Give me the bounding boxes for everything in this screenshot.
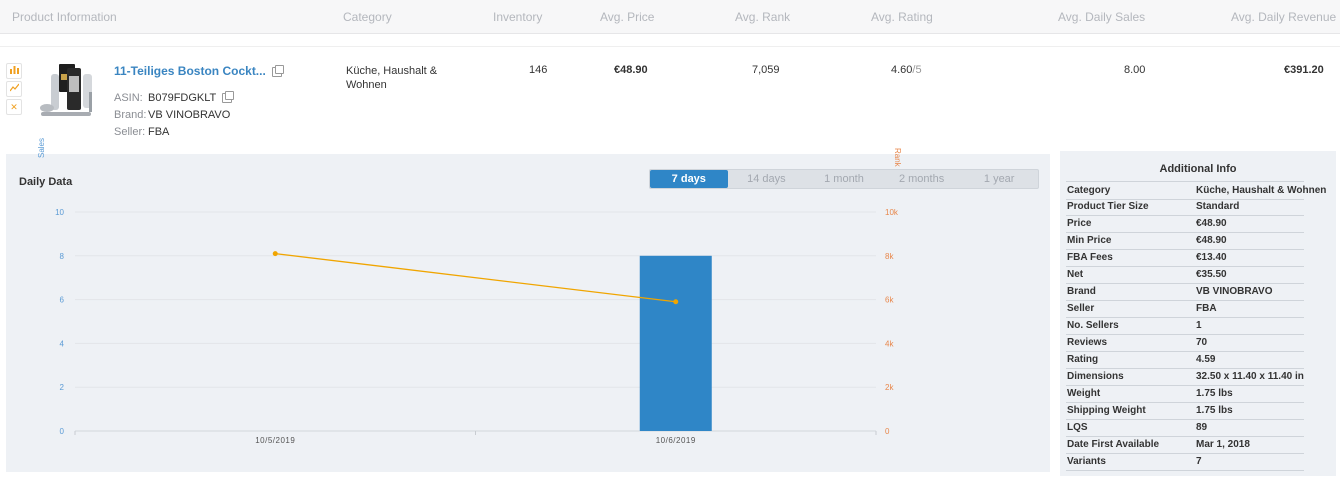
info-key: Variants	[1067, 456, 1106, 467]
info-value: 7	[1196, 456, 1202, 467]
info-key: Rating	[1067, 354, 1099, 365]
y-tick-left: 8	[60, 252, 65, 261]
info-value: 32.50 x 11.40 x 11.40 in	[1196, 371, 1304, 382]
info-row: Dimensions 32.50 x 11.40 x 11.40 in	[1066, 368, 1304, 386]
avg-daily-revenue-value: €391.20	[1284, 64, 1324, 76]
info-row: Price €48.90	[1066, 215, 1304, 233]
info-value: 1	[1196, 320, 1202, 331]
info-row: Date First Available Mar 1, 2018	[1066, 436, 1304, 454]
col-avg-daily-sales[interactable]: Avg. Daily Sales	[1058, 10, 1145, 24]
y-tick-left: 10	[55, 208, 64, 217]
info-value: 1.75 lbs	[1196, 405, 1233, 416]
info-key: Price	[1067, 218, 1092, 229]
info-key: Seller	[1067, 303, 1095, 314]
y-tick-right: 2k	[885, 383, 894, 392]
info-key: Dimensions	[1067, 371, 1124, 382]
info-key: LQS	[1067, 422, 1088, 433]
info-row: Product Tier Size Standard	[1066, 198, 1304, 216]
left-axis-label: Sales	[37, 137, 46, 158]
info-row: No. Sellers 1	[1066, 317, 1304, 335]
sales-bar	[639, 255, 712, 431]
info-key: Net	[1067, 269, 1084, 280]
x-tick-label: 10/6/2019	[656, 436, 696, 445]
info-value: €48.90	[1196, 235, 1227, 246]
info-value: 70	[1196, 337, 1208, 348]
info-key: Weight	[1067, 388, 1101, 399]
right-axis-label: Rank	[893, 148, 902, 167]
info-key: Shipping Weight	[1067, 405, 1146, 416]
info-row: Rating 4.59	[1066, 351, 1304, 369]
info-value: €48.90	[1196, 218, 1227, 229]
info-value: FBA	[1196, 303, 1217, 314]
y-tick-right: 4k	[885, 339, 894, 348]
info-key: FBA Fees	[1067, 252, 1113, 263]
info-value: €13.40	[1196, 252, 1227, 263]
info-row: Shipping Weight 1.75 lbs	[1066, 402, 1304, 420]
y-tick-left: 4	[60, 339, 65, 348]
info-row: Variants 7	[1066, 453, 1304, 471]
avg-daily-sales-value: 8.00	[1124, 64, 1146, 76]
daily-chart: 0 2 4 6 8 10 0 2k 4k 6k 8k 10k 10/5/2019 10/6/2019	[55, 208, 899, 445]
rank-point	[272, 251, 278, 257]
info-value: 89	[1196, 422, 1208, 433]
additional-info-panel: Additional Info Category Küche, Haushalt …	[1060, 151, 1336, 476]
info-key: Category	[1067, 185, 1111, 196]
x-tick-label: 10/5/2019	[255, 436, 295, 445]
y-tick-left: 6	[60, 296, 65, 305]
info-value: Küche, Haushalt & Wohnen	[1196, 185, 1327, 196]
info-row: Net €35.50	[1066, 266, 1304, 284]
info-key: Date First Available	[1067, 439, 1160, 450]
info-row: Seller FBA	[1066, 300, 1304, 318]
info-value: Standard	[1196, 201, 1240, 212]
info-value: Mar 1, 2018	[1196, 439, 1250, 450]
additional-info-title: Additional Info	[1159, 163, 1237, 175]
info-key: Min Price	[1067, 235, 1112, 246]
info-row: Min Price €48.90	[1066, 232, 1304, 250]
info-value: VB VINOBRAVO	[1196, 286, 1273, 297]
y-tick-right: 6k	[885, 296, 894, 305]
info-key: Product Tier Size	[1067, 201, 1149, 212]
info-key: No. Sellers	[1067, 320, 1119, 331]
y-tick-right: 0	[885, 427, 890, 436]
info-key: Reviews	[1067, 337, 1108, 348]
y-tick-right: 8k	[885, 252, 894, 261]
info-row: LQS 89	[1066, 419, 1304, 437]
y-tick-left: 2	[60, 383, 65, 392]
y-tick-right: 10k	[885, 208, 899, 217]
info-row: Weight 1.75 lbs	[1066, 385, 1304, 403]
info-value: 4.59	[1196, 354, 1216, 365]
col-avg-daily-revenue[interactable]: Avg. Daily Revenue	[1231, 10, 1336, 24]
info-row: Reviews 70	[1066, 334, 1304, 352]
info-value: 1.75 lbs	[1196, 388, 1233, 399]
info-row: Brand VB VINOBRAVO	[1066, 283, 1304, 301]
info-key: Brand	[1067, 286, 1096, 297]
rank-line	[275, 252, 676, 303]
info-value: €35.50	[1196, 269, 1227, 280]
info-row: FBA Fees €13.40	[1066, 249, 1304, 267]
y-tick-left: 0	[60, 427, 65, 436]
rank-point	[673, 299, 679, 305]
